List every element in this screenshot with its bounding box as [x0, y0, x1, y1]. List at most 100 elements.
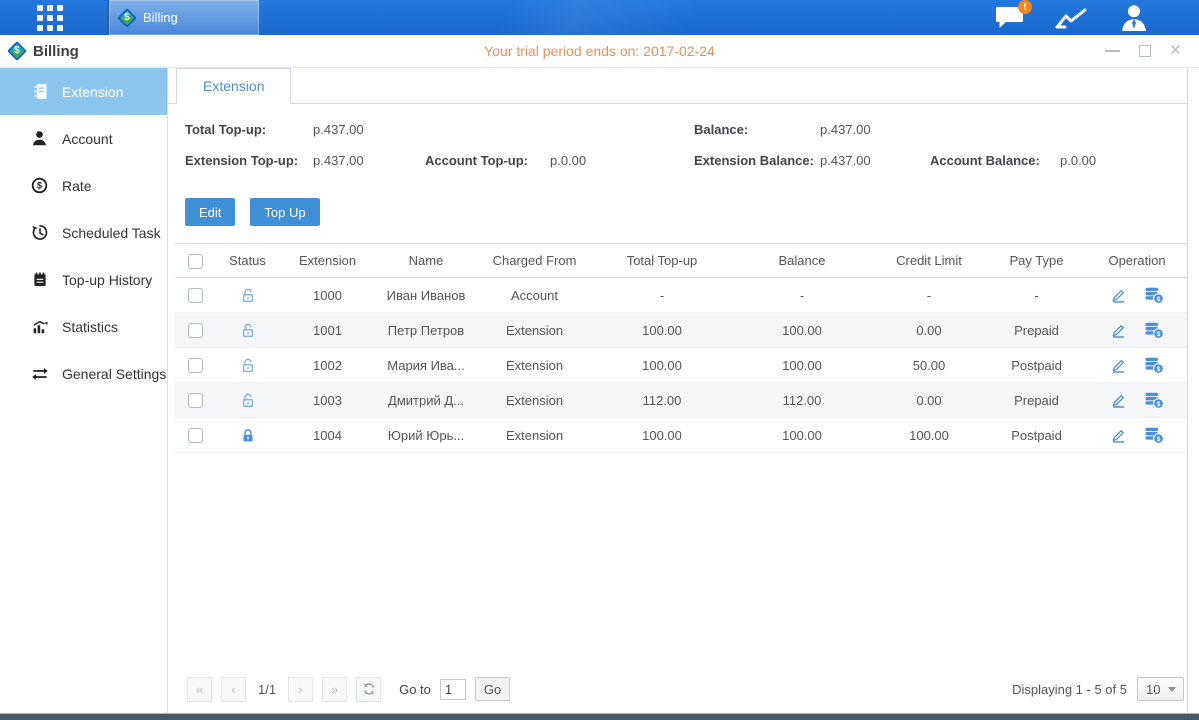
name-cell: Петр Петров — [375, 323, 477, 338]
top-up-row-icon[interactable]: $ — [1144, 391, 1164, 409]
svg-text:$: $ — [1157, 366, 1161, 373]
credit-limit-cell: 0.00 — [872, 323, 986, 338]
lock-open-icon — [240, 392, 256, 409]
sidebar-item-label: Statistics — [62, 319, 118, 335]
table-row[interactable]: 1000Иван ИвановAccount----$ — [175, 278, 1187, 313]
sidebar-item-general-settings[interactable]: General Settings — [0, 350, 167, 397]
edit-row-icon[interactable] — [1110, 287, 1127, 304]
chevron-down-icon — [1168, 687, 1176, 692]
window-titlebar: $ Billing Your trial period ends on: 201… — [0, 35, 1199, 68]
column-credit-limit: Credit Limit — [872, 253, 986, 268]
edit-button[interactable]: Edit — [185, 198, 235, 226]
top-up-row-icon[interactable]: $ — [1144, 426, 1164, 444]
lock-open-icon — [240, 322, 256, 339]
general-settings-icon — [30, 366, 49, 382]
sidebar-item-statistics[interactable]: Statistics — [0, 303, 167, 350]
top-up-row-icon[interactable]: $ — [1144, 286, 1164, 304]
window-title: Billing — [33, 43, 79, 60]
sidebar-item-extension[interactable]: Extension — [0, 68, 167, 115]
page-size-select[interactable]: 10 — [1137, 677, 1184, 701]
goto-page-input[interactable] — [440, 679, 466, 700]
extension-balance-value: p.437.00 — [820, 153, 871, 168]
edit-row-icon[interactable] — [1110, 427, 1127, 444]
refresh-icon[interactable] — [356, 677, 381, 702]
minimize-icon[interactable] — [1105, 50, 1120, 52]
next-page-button[interactable]: › — [288, 677, 313, 702]
table-row[interactable]: 1004Юрий Юрь...Extension100.00100.00100.… — [175, 418, 1187, 453]
balance-cell: - — [732, 288, 872, 303]
top-up-row-icon[interactable]: $ — [1144, 321, 1164, 339]
reports-chart-icon[interactable] — [1055, 5, 1089, 31]
name-cell: Юрий Юрь... — [375, 428, 477, 443]
row-checkbox[interactable] — [188, 288, 203, 303]
rate-icon: $ — [30, 177, 49, 194]
svg-text:$: $ — [1157, 436, 1161, 443]
page-size-value: 10 — [1146, 682, 1160, 697]
sidebar-item-account[interactable]: Account — [0, 115, 167, 162]
go-button[interactable]: Go — [475, 677, 510, 701]
sidebar-item-label: Extension — [62, 84, 123, 100]
extension-topup-value: p.437.00 — [313, 153, 364, 168]
top-up-row-icon[interactable]: $ — [1144, 356, 1164, 374]
account-balance-label: Account Balance: — [930, 153, 1040, 168]
lock-closed-icon — [240, 427, 256, 444]
close-icon[interactable]: × — [1170, 45, 1181, 57]
edit-row-icon[interactable] — [1110, 322, 1127, 339]
taskbar-billing-tab[interactable]: $ Billing — [107, 0, 259, 35]
tab-extension[interactable]: Extension — [176, 68, 291, 104]
edit-row-icon[interactable] — [1110, 357, 1127, 374]
billing-diamond-icon: $ — [117, 8, 137, 28]
column-status: Status — [215, 253, 280, 268]
select-all-checkbox[interactable] — [188, 254, 203, 269]
credit-limit-cell: - — [872, 288, 986, 303]
name-cell: Мария Ива... — [375, 358, 477, 373]
pay-type-cell: Postpaid — [986, 428, 1087, 443]
credit-limit-cell: 50.00 — [872, 358, 986, 373]
extension-cell: 1001 — [280, 323, 375, 338]
extension-panel: Total Top-up: p.437.00 Balance: p.437.00… — [168, 104, 1187, 713]
extension-cell: 1004 — [280, 428, 375, 443]
balance-cell: 100.00 — [732, 323, 872, 338]
total-topup-value: p.437.00 — [313, 122, 364, 137]
total-topup-cell: - — [592, 288, 732, 303]
account-topup-label: Account Top-up: — [425, 153, 528, 168]
messages-icon[interactable]: ! — [994, 5, 1025, 30]
pay-type-cell: Postpaid — [986, 358, 1087, 373]
scheduled-task-icon — [30, 224, 49, 241]
top-up-button[interactable]: Top Up — [250, 198, 319, 226]
svg-text:$: $ — [1157, 331, 1161, 338]
table-row[interactable]: 1002Мария Ива...Extension100.00100.0050.… — [175, 348, 1187, 383]
credit-limit-cell: 0.00 — [872, 393, 986, 408]
charged-from-cell: Extension — [477, 323, 592, 338]
column-total-topup: Total Top-up — [592, 253, 732, 268]
taskbar: $ Billing ! — [0, 0, 1199, 35]
table-row[interactable]: 1001Петр ПетровExtension100.00100.000.00… — [175, 313, 1187, 348]
extension-cell: 1000 — [280, 288, 375, 303]
table-body: 1000Иван ИвановAccount----$1001Петр Петр… — [175, 278, 1187, 453]
sidebar-item-scheduled-task[interactable]: Scheduled Task — [0, 209, 167, 256]
extension-cell: 1003 — [280, 393, 375, 408]
last-page-button[interactable]: » — [322, 677, 347, 702]
first-page-button[interactable]: « — [187, 677, 212, 702]
pay-type-cell: - — [986, 288, 1087, 303]
row-checkbox[interactable] — [188, 358, 203, 373]
total-topup-cell: 112.00 — [592, 393, 732, 408]
row-checkbox[interactable] — [188, 428, 203, 443]
user-account-icon[interactable] — [1119, 4, 1149, 31]
edit-row-icon[interactable] — [1110, 392, 1127, 409]
sidebar-item-top-up-history[interactable]: Top-up History — [0, 256, 167, 303]
name-cell: Иван Иванов — [375, 288, 477, 303]
column-extension: Extension — [280, 253, 375, 268]
notification-badge: ! — [1018, 0, 1032, 14]
sidebar-item-rate[interactable]: $Rate — [0, 162, 167, 209]
table-row[interactable]: 1003Дмитрий Д...Extension112.00112.000.0… — [175, 383, 1187, 418]
displaying-text: Displaying 1 - 5 of 5 — [1012, 682, 1127, 697]
total-topup-label: Total Top-up: — [185, 122, 266, 137]
pagination-bar: « ‹ 1/1 › » Go to Go Displaying 1 - 5 of… — [175, 669, 1187, 709]
account-icon — [30, 130, 49, 147]
maximize-icon[interactable] — [1139, 45, 1151, 57]
app-launcher-icon[interactable] — [37, 5, 63, 31]
prev-page-button[interactable]: ‹ — [221, 677, 246, 702]
row-checkbox[interactable] — [188, 393, 203, 408]
row-checkbox[interactable] — [188, 323, 203, 338]
